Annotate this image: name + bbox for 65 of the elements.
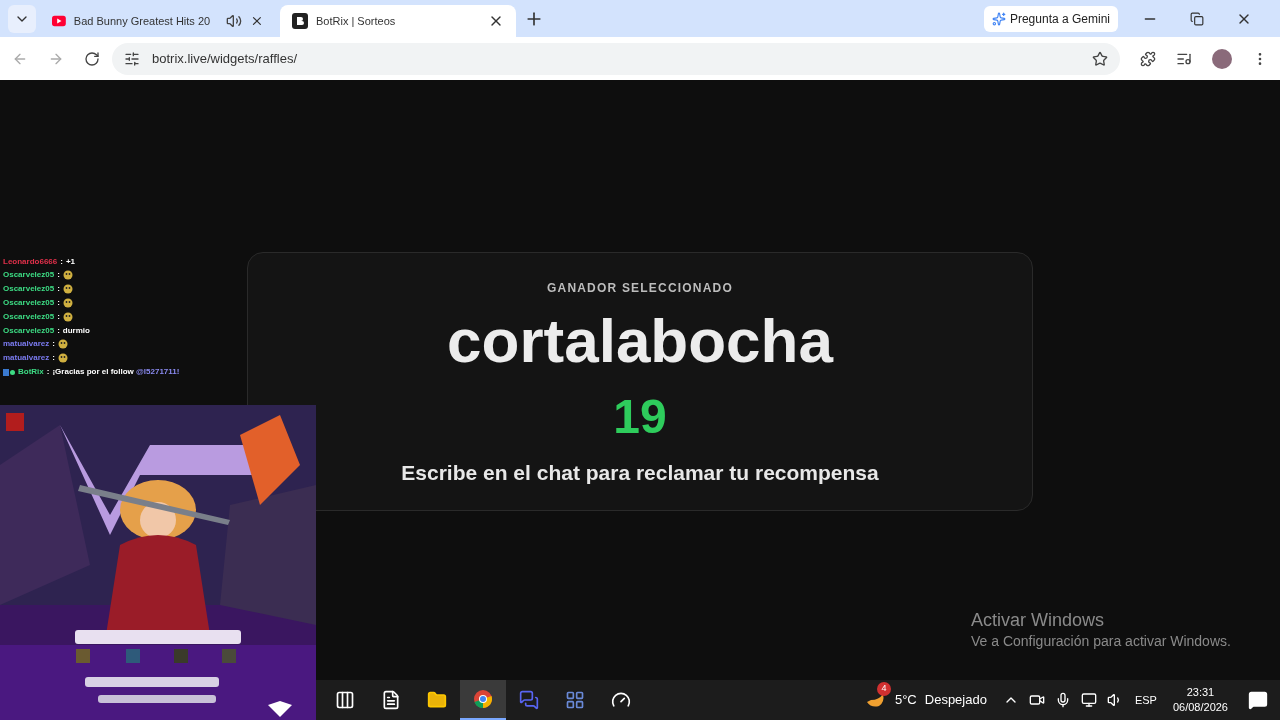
site-settings-icon[interactable]: [124, 50, 140, 67]
chat-separator: :: [57, 310, 60, 323]
chat-username: matualvarez: [3, 352, 50, 365]
chat-username: BotRix: [18, 366, 44, 379]
chat-message: ¡Gracias por el follow @l5271711!: [52, 366, 180, 379]
chat-username: Leonardo6666: [3, 255, 58, 268]
tab-search-button[interactable]: [8, 4, 36, 33]
chat-icon: [519, 690, 539, 710]
winner-heading: GANADOR SELECCIONADO: [547, 280, 733, 297]
play-icon: [52, 15, 66, 27]
browser-icon: [473, 689, 493, 709]
chat-username: Oscarvelez05: [3, 269, 55, 282]
activation-subtitle: Ve a Configuración para activar Windows.: [971, 632, 1231, 651]
chat-message: +1: [65, 255, 76, 268]
claim-instruction: Escribe en el chat para reclamar tu recompensa: [401, 460, 879, 486]
winner-name: cortalabocha: [447, 305, 833, 377]
tab-title: Bad Bunny Greatest Hits 20: [73, 13, 211, 29]
sparkle-icon: [991, 11, 1006, 26]
countdown: 19: [613, 389, 667, 445]
taskbar-app[interactable]: [460, 680, 506, 720]
chat-separator: :: [52, 338, 55, 351]
chat-separator: :: [57, 297, 60, 310]
temperature: 5°C: [894, 691, 917, 710]
tab-title: BotRix | Sorteos: [316, 13, 396, 29]
language-indicator[interactable]: ESP: [1134, 691, 1157, 709]
notifications-icon[interactable]: [1248, 690, 1268, 710]
emote-icon: [57, 353, 68, 364]
camera-icon[interactable]: [1028, 692, 1045, 708]
activation-title: Activar Windows: [971, 609, 1106, 631]
browser-tab[interactable]: Bad Bunny Greatest Hits 20: [40, 5, 276, 37]
address-bar[interactable]: botrix.live/widgets/raffles/: [112, 42, 1120, 75]
chat-username: Oscarvelez05: [3, 310, 55, 323]
network-icon[interactable]: [1080, 692, 1097, 708]
gauge-icon: [611, 690, 631, 710]
grid-icon: [565, 690, 585, 710]
restore-icon[interactable]: [1190, 11, 1204, 26]
bookmark-icon[interactable]: [1092, 50, 1108, 67]
notification-badge: 4: [876, 682, 891, 696]
badge-icon: [3, 368, 15, 376]
weather-condition: Despejado: [924, 691, 987, 710]
avatar[interactable]: [1212, 48, 1232, 69]
chat-separator: :: [57, 269, 60, 282]
chat-username: Oscarvelez05: [3, 297, 55, 310]
chat-separator: :: [52, 352, 55, 365]
browser-tab[interactable]: BotRix | Sorteos: [280, 5, 516, 37]
chat-separator: :: [46, 366, 50, 379]
emote-icon: [57, 339, 68, 350]
emote-icon: [62, 298, 73, 309]
reload-icon[interactable]: [84, 50, 100, 67]
chat-separator: :: [60, 255, 63, 268]
chat-username: matualvarez: [3, 338, 50, 351]
emote-icon: [62, 270, 73, 281]
chat-separator: :: [57, 324, 60, 337]
file-icon: [381, 690, 401, 710]
chat-username: Oscarvelez05: [3, 324, 55, 337]
chat-message: durmio: [62, 324, 90, 337]
folder-icon: [427, 690, 447, 710]
emote-icon: [62, 311, 73, 322]
extensions-icon[interactable]: [1140, 50, 1156, 67]
chat-username: Oscarvelez05: [3, 283, 55, 296]
clock[interactable]: 23:31 06/08/2026: [1172, 685, 1228, 715]
chat-separator: :: [57, 283, 60, 296]
task-view-icon: [335, 690, 355, 710]
gemini-button[interactable]: Pregunta a Gemini: [983, 5, 1118, 32]
emote-icon: [62, 284, 73, 295]
